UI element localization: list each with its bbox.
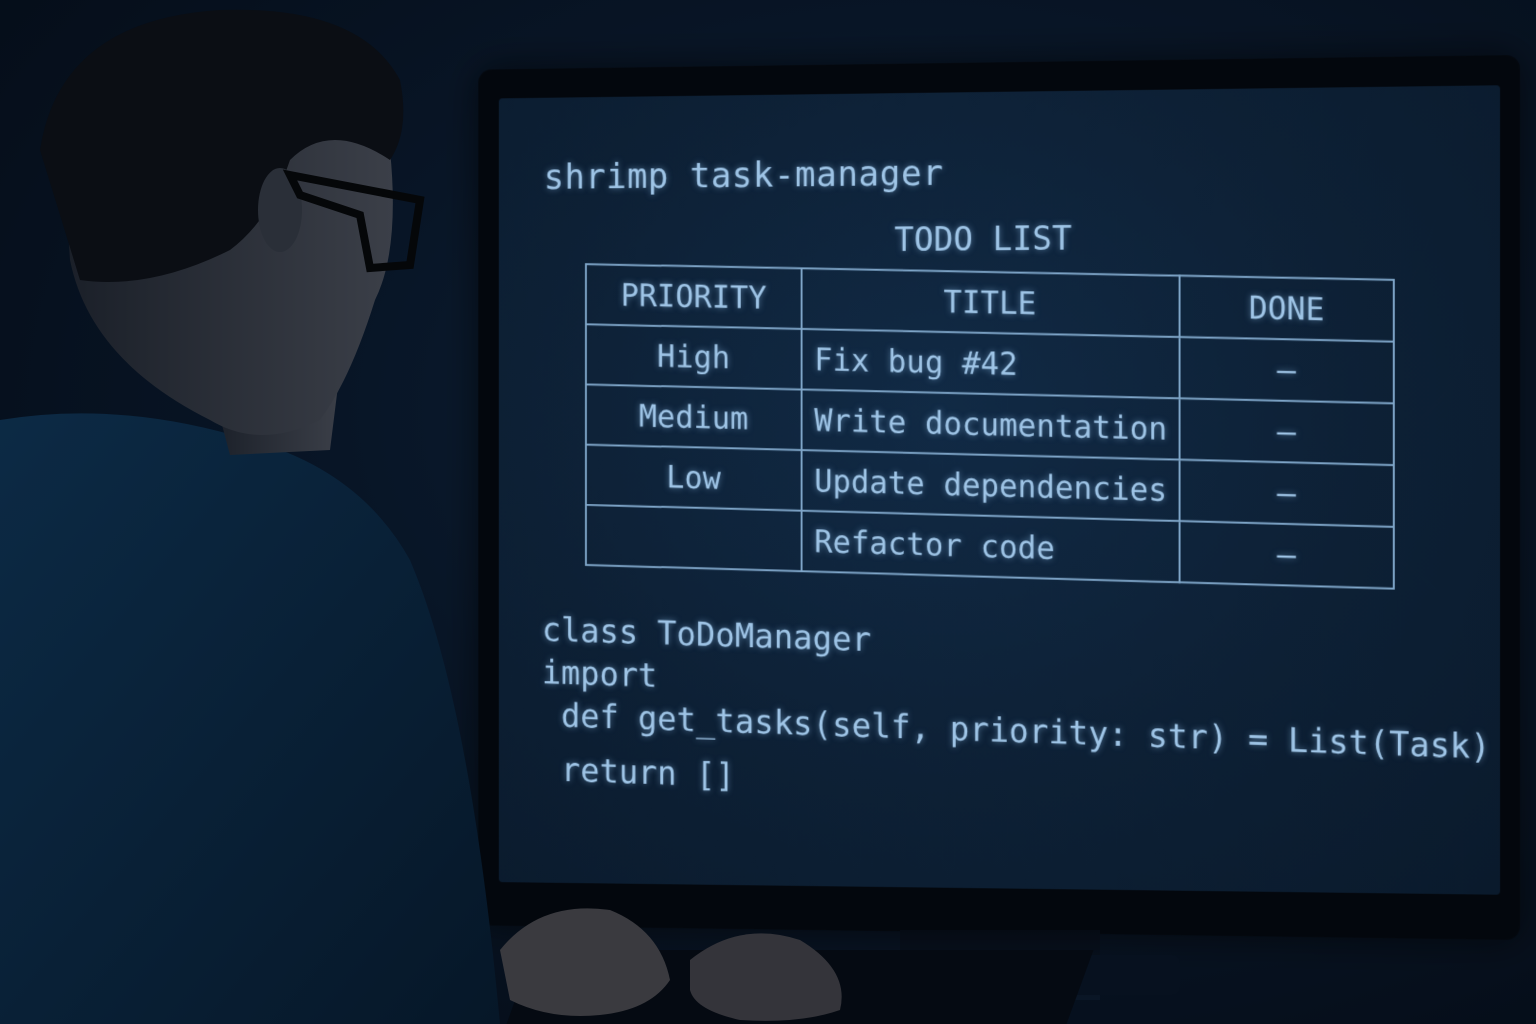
cell-priority: Medium: [585, 384, 802, 451]
hands: [500, 908, 842, 1021]
cell-done: –: [1179, 459, 1394, 527]
cell-priority: Low: [585, 444, 802, 511]
todo-table: PRIORITY TITLE DONE High Fix bug #42 – M…: [585, 263, 1395, 589]
person-silhouette: [0, 9, 500, 1024]
header-title: TITLE: [801, 268, 1180, 338]
cell-done: –: [1179, 398, 1394, 466]
header-priority: PRIORITY: [585, 264, 802, 329]
monitor: shrimp task-manager TODO LIST PRIORITY T…: [478, 55, 1521, 940]
cell-priority: High: [585, 324, 802, 390]
monitor-screen: shrimp task-manager TODO LIST PRIORITY T…: [498, 85, 1501, 895]
cell-title: Fix bug #42: [801, 328, 1180, 399]
code-block: class ToDoManager import def get_tasks(s…: [542, 609, 1491, 826]
cell-title: Write documentation: [801, 389, 1180, 460]
cell-title: Refactor code: [801, 510, 1180, 583]
cell-priority: [585, 504, 802, 572]
table-title: TODO LIST: [894, 219, 1072, 260]
cell-done: –: [1179, 337, 1394, 404]
scene: shrimp task-manager TODO LIST PRIORITY T…: [0, 0, 1536, 1024]
header-done: DONE: [1179, 275, 1394, 342]
cell-title: Update dependencies: [801, 450, 1180, 522]
app-title: shrimp task-manager: [543, 153, 944, 198]
cell-done: –: [1179, 521, 1394, 589]
shirt: [0, 413, 500, 1024]
